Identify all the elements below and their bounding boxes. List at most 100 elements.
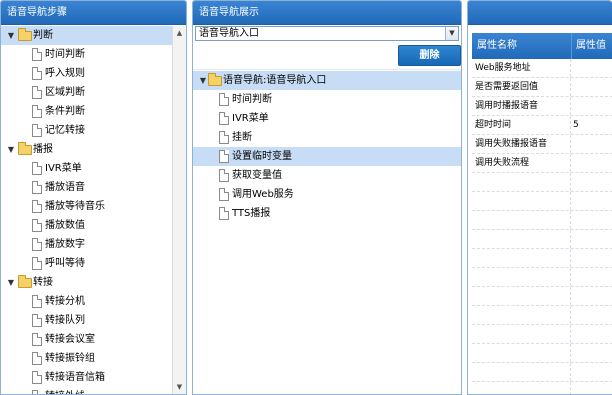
- steps-panel-title: 语音导航步骤: [1, 1, 186, 25]
- flow-node[interactable]: IVR菜单: [193, 109, 461, 128]
- chevron-down-icon[interactable]: ▼: [445, 27, 458, 40]
- flow-select[interactable]: 语音导航入口 ▼: [195, 26, 459, 41]
- scroll-down-icon[interactable]: ▼: [173, 380, 186, 394]
- property-row[interactable]: [472, 230, 612, 249]
- property-row[interactable]: [472, 268, 612, 287]
- flow-node-label: TTS播报: [232, 208, 271, 219]
- file-icon: [32, 105, 42, 118]
- flow-node[interactable]: 设置临时变量: [193, 147, 461, 166]
- col-property-value: 属性值: [571, 33, 606, 59]
- flow-node-label: 设置临时变量: [232, 151, 292, 162]
- property-row[interactable]: 是否需要返回值: [472, 78, 612, 97]
- tree-item[interactable]: 转接分机: [1, 292, 173, 311]
- flow-root-node[interactable]: ▼ 语音导航:语音导航入口: [193, 71, 461, 90]
- column-divider: [570, 344, 571, 362]
- file-icon: [219, 131, 229, 144]
- property-row[interactable]: 调用失败播报语音: [472, 135, 612, 154]
- tree-group-label: 判断: [33, 30, 53, 41]
- property-row[interactable]: [472, 249, 612, 268]
- tree-item-label: IVR菜单: [45, 163, 82, 174]
- folder-icon: [208, 73, 222, 86]
- column-divider: [570, 135, 571, 153]
- tree-item[interactable]: 播放语音: [1, 178, 173, 197]
- column-divider: [570, 116, 571, 134]
- property-row[interactable]: [472, 344, 612, 363]
- tree-item-label: 区域判断: [45, 87, 85, 98]
- expand-toggle-icon[interactable]: ▼: [198, 71, 208, 90]
- property-row[interactable]: Web服务地址: [472, 59, 612, 78]
- expand-toggle-icon[interactable]: ▼: [6, 26, 16, 45]
- tree-item[interactable]: 转接语音信箱: [1, 368, 173, 387]
- scroll-up-icon[interactable]: ▲: [173, 26, 186, 40]
- file-icon: [32, 257, 42, 270]
- tree-item-label: 转接队列: [45, 315, 85, 326]
- property-name: 超时时间: [475, 120, 512, 130]
- tree-item[interactable]: 时间判断: [1, 45, 173, 64]
- flow-node-label: 获取变量值: [232, 170, 282, 181]
- delete-button[interactable]: 删除: [398, 45, 461, 66]
- tree-item[interactable]: 记忆转接: [1, 121, 173, 140]
- steps-tree: ▼ 判断时间判断 呼入规则区域判断条件判断记忆转接 ▼ 播报 IVR菜单播放语音播放等待音…: [1, 26, 173, 394]
- tree-item[interactable]: 呼叫等待: [1, 254, 173, 273]
- tree-item[interactable]: 转接队列: [1, 311, 173, 330]
- property-row[interactable]: [472, 382, 612, 394]
- file-icon: [219, 150, 229, 163]
- column-divider: [570, 249, 571, 267]
- tree-item[interactable]: 播放数值: [1, 216, 173, 235]
- flow-node[interactable]: 调用Web服务: [193, 185, 461, 204]
- tree-item[interactable]: 播放等待音乐: [1, 197, 173, 216]
- properties-table-header: 属性名称 属性值: [472, 33, 612, 59]
- tree-item[interactable]: 播放数字: [1, 235, 173, 254]
- file-icon: [219, 207, 229, 220]
- flow-node[interactable]: TTS播报: [193, 204, 461, 223]
- column-divider: [570, 97, 571, 115]
- column-divider: [570, 325, 571, 343]
- file-icon: [32, 67, 42, 80]
- tree-item[interactable]: 转接外线: [1, 387, 173, 394]
- tree-item[interactable]: IVR菜单: [1, 159, 173, 178]
- flow-display-panel: 语音导航展示 语音导航入口 ▼ 删除 ▼ 语音导航:语音导航入口 时间判断 IVR菜单…: [192, 0, 462, 395]
- property-row[interactable]: [472, 211, 612, 230]
- col-property-name: 属性名称: [477, 40, 517, 51]
- tree-item[interactable]: 转接振铃组: [1, 349, 173, 368]
- property-row[interactable]: [472, 325, 612, 344]
- tree-item-label: 条件判断: [45, 106, 85, 117]
- property-row[interactable]: [472, 287, 612, 306]
- property-row[interactable]: [472, 192, 612, 211]
- file-icon: [32, 390, 42, 394]
- property-row[interactable]: 调用时播报语音: [472, 97, 612, 116]
- tree-group-2[interactable]: ▼ 转接: [1, 273, 173, 292]
- tree-item-label: 播放语音: [45, 182, 85, 193]
- tree-item[interactable]: 条件判断: [1, 102, 173, 121]
- property-row[interactable]: [472, 363, 612, 382]
- expand-toggle-icon[interactable]: ▼: [6, 273, 16, 292]
- tree-item[interactable]: 呼入规则: [1, 64, 173, 83]
- property-row[interactable]: [472, 306, 612, 325]
- steps-panel: 语音导航步骤 ▼ 判断时间判断 呼入规则区域判断条件判断记忆转接 ▼ 播报 IVR菜单播放…: [0, 0, 187, 395]
- file-icon: [32, 371, 42, 384]
- property-row[interactable]: 超时时间 5: [472, 116, 612, 135]
- folder-icon: [18, 275, 32, 288]
- flow-node[interactable]: 获取变量值: [193, 166, 461, 185]
- tree-group-1[interactable]: ▼ 播报: [1, 140, 173, 159]
- property-value[interactable]: 5: [573, 116, 579, 135]
- steps-scrollbar[interactable]: ▲ ▼: [172, 26, 186, 394]
- column-divider: [570, 78, 571, 96]
- file-icon: [32, 124, 42, 137]
- tree-item-label: 转接外线: [45, 387, 85, 394]
- column-divider: [570, 287, 571, 305]
- column-divider: [570, 59, 571, 77]
- flow-node-label: 时间判断: [232, 94, 272, 105]
- property-row[interactable]: 调用失败流程: [472, 154, 612, 173]
- tree-group-0[interactable]: ▼ 判断: [1, 26, 173, 45]
- property-name: 是否需要返回值: [475, 82, 539, 92]
- expand-toggle-icon[interactable]: ▼: [6, 140, 16, 159]
- file-icon: [32, 352, 42, 365]
- column-divider: [570, 211, 571, 229]
- tree-item[interactable]: 转接会议室: [1, 330, 173, 349]
- tree-item-label: 播放数值: [45, 220, 85, 231]
- flow-node[interactable]: 时间判断: [193, 90, 461, 109]
- flow-node[interactable]: 挂断: [193, 128, 461, 147]
- property-row[interactable]: [472, 173, 612, 192]
- tree-item[interactable]: 区域判断: [1, 83, 173, 102]
